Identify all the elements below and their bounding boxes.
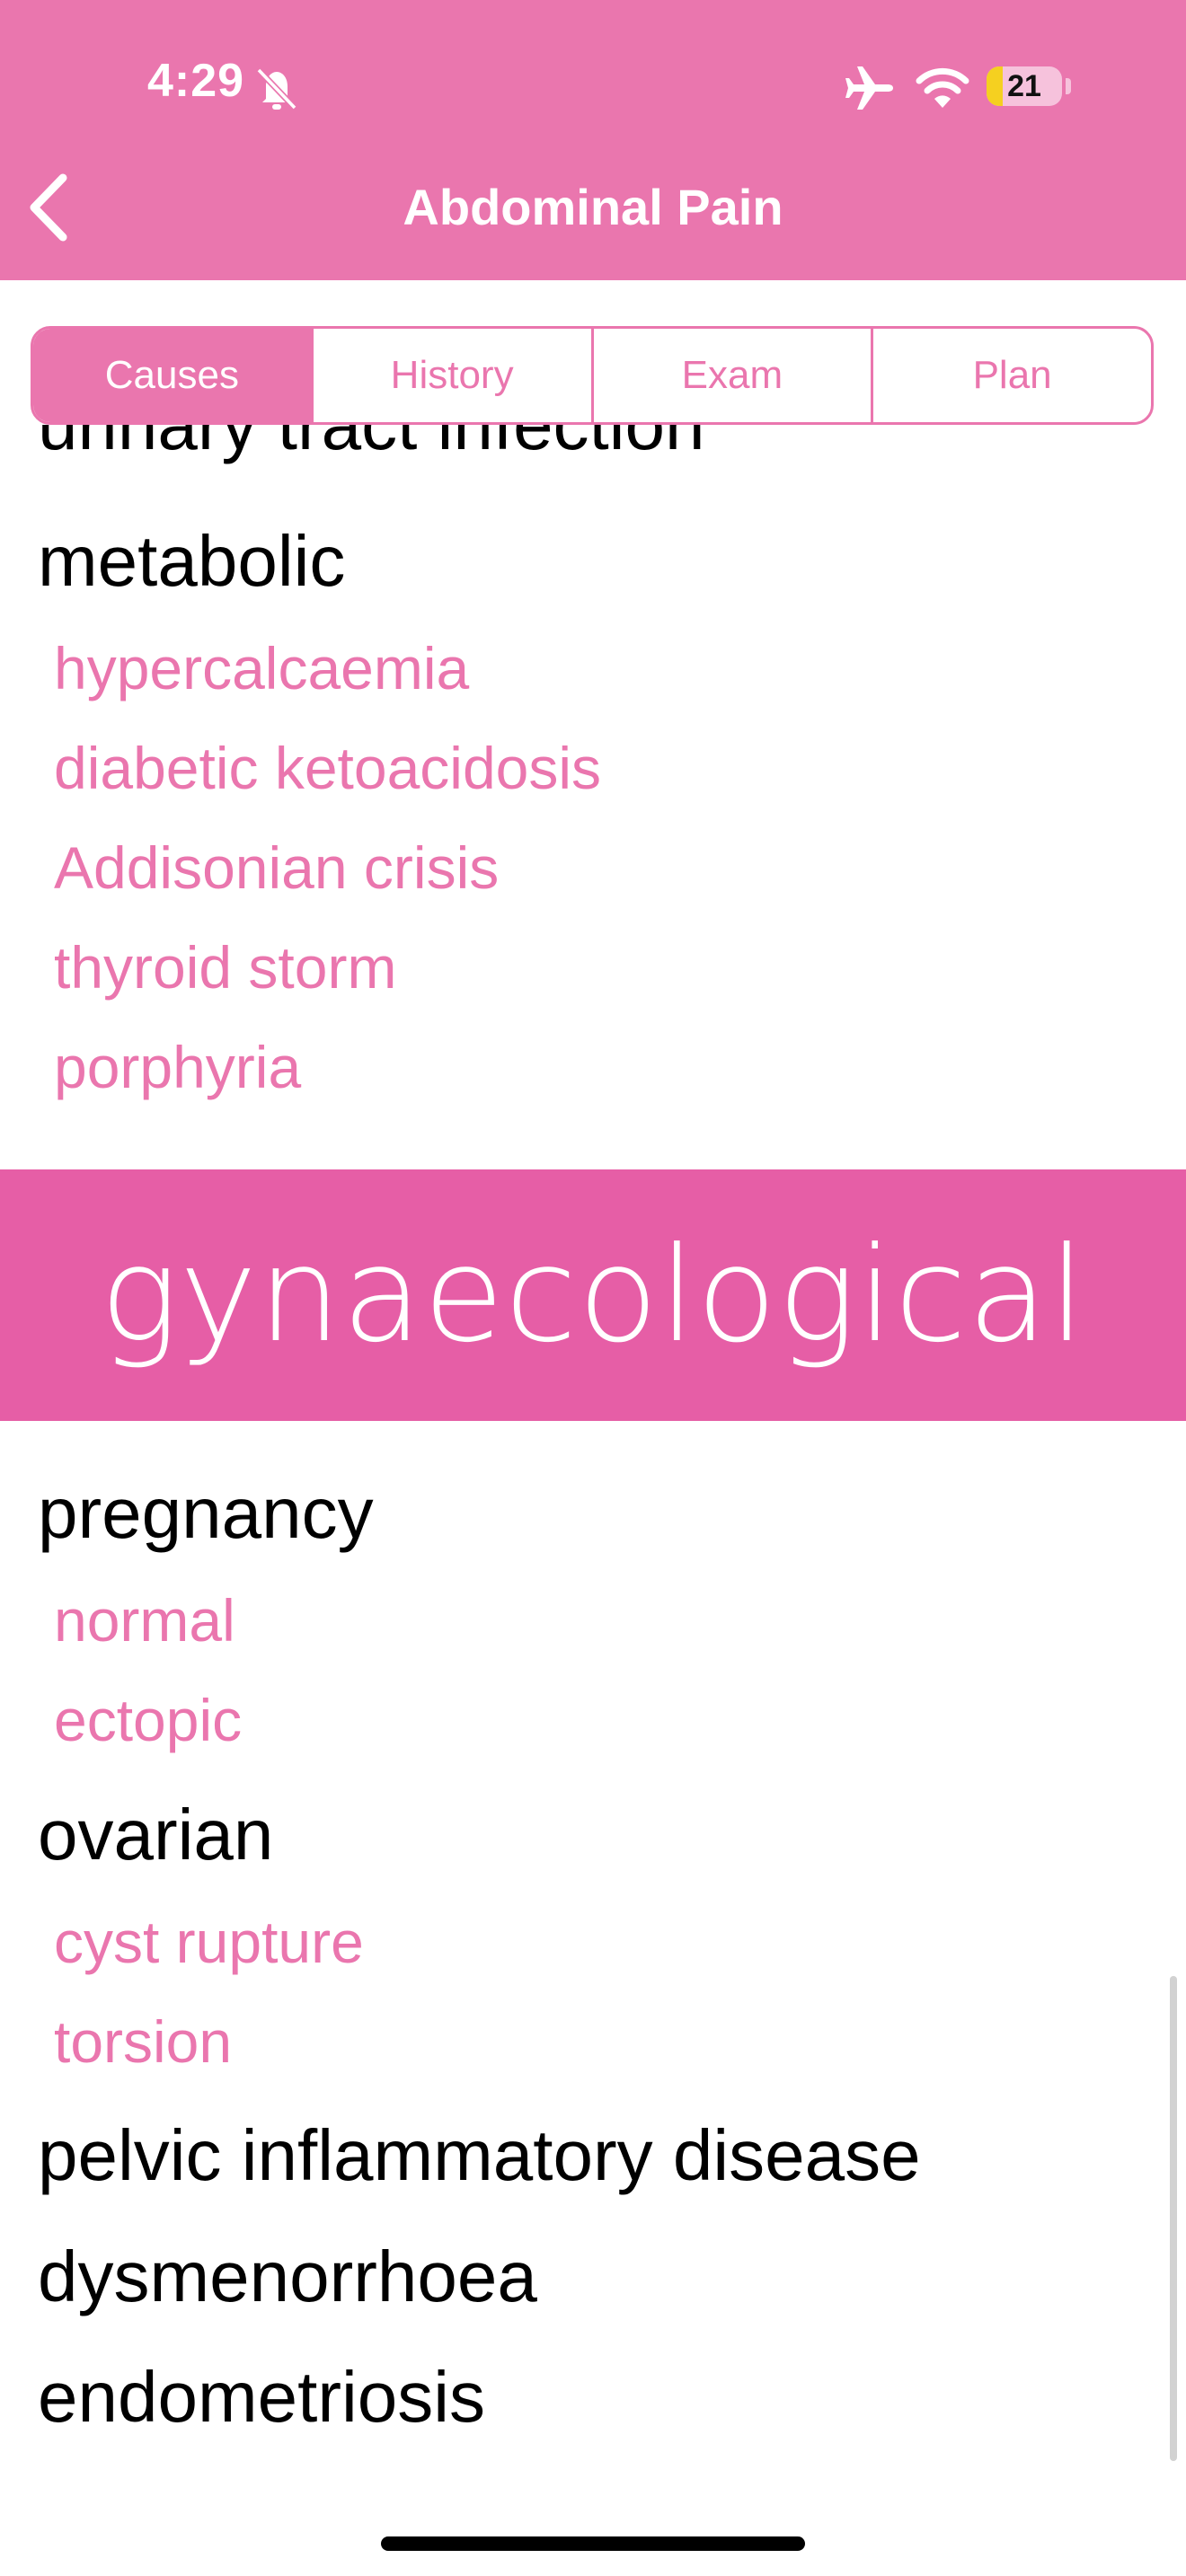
home-indicator[interactable] [381,2536,805,2551]
cause-heading-metabolic: metabolic [38,521,346,601]
cause-heading-ovarian: ovarian [38,1795,274,1875]
tab-plan[interactable]: Plan [871,329,1151,422]
segmented-control: Causes History Exam Plan [31,326,1154,425]
causes-list[interactable]: urinary tract infection metabolic hyperc… [0,425,1186,2576]
tab-history[interactable]: History [310,329,591,422]
section-banner-label: gynaecological [100,1219,1086,1372]
tab-exam[interactable]: Exam [590,329,872,422]
bell-slash-icon [256,67,297,110]
section-banner-gynaecological: gynaecological [0,1169,1186,1421]
header: 4:29 21 Abdominal Pain [0,0,1186,280]
airplane-icon [845,66,893,110]
cause-heading-pid: pelvic inflammatory disease [38,2115,921,2195]
cause-item[interactable]: thyroid storm [54,938,396,997]
scrollbar[interactable] [1170,1976,1177,2461]
cause-heading-pregnancy: pregnancy [38,1473,374,1553]
cause-item[interactable]: porphyria [54,1037,301,1097]
cause-heading-endometriosis: endometriosis [38,2357,486,2437]
page-title: Abdominal Pain [403,179,783,235]
cause-heading-dysmenorrhoea: dysmenorrhoea [38,2236,537,2316]
cause-item[interactable]: Addisonian crisis [54,838,499,897]
cause-item[interactable]: hypercalcaemia [54,639,469,698]
screen: 4:29 21 Abdominal Pain Causes History Ex… [0,0,1186,2576]
battery-level: 21 [1007,69,1041,103]
tab-causes[interactable]: Causes [33,329,311,422]
cause-item[interactable]: normal [54,1591,235,1650]
cause-item[interactable]: torsion [54,2012,232,2071]
cause-item[interactable]: diabetic ketoacidosis [54,738,601,798]
cause-heading-cut-off: urinary tract infection [38,425,705,466]
status-time: 4:29 [147,55,245,107]
cause-item[interactable]: cyst rupture [54,1912,364,1972]
cause-item[interactable]: ectopic [54,1690,242,1750]
battery-icon: 21 [987,66,1062,106]
battery-tip [1066,78,1071,94]
wifi-icon [916,67,969,108]
